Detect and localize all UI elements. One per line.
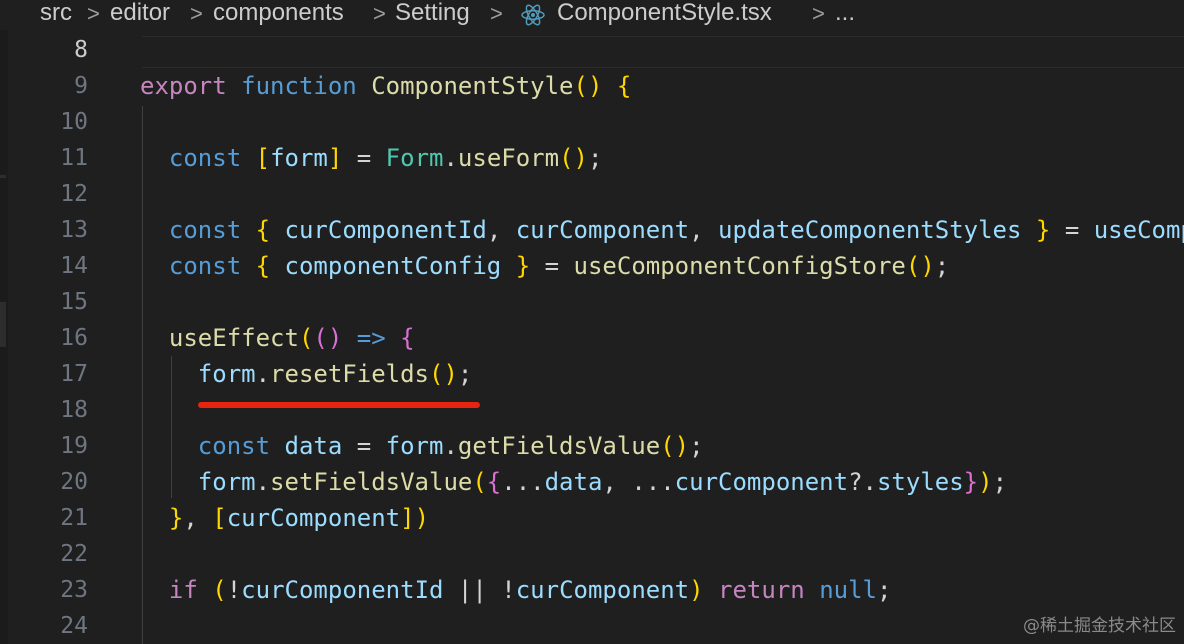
code-line[interactable]: if (!curComponentId || !curComponent) re… bbox=[140, 572, 892, 608]
code-line[interactable]: }, [curComponent]) bbox=[140, 500, 429, 536]
breadcrumb-symbol[interactable]: ... bbox=[835, 0, 855, 28]
line-number: 19 bbox=[60, 433, 88, 459]
code-editor[interactable]: export function ComponentStyle() { const… bbox=[140, 30, 1184, 644]
code-line[interactable]: export function ComponentStyle() { bbox=[140, 68, 631, 104]
line-number: 18 bbox=[60, 397, 88, 423]
code-line[interactable]: form.setFieldsValue({...data, ...curComp… bbox=[140, 464, 1007, 500]
chevron-right-icon: > bbox=[812, 1, 825, 26]
breadcrumb-src[interactable]: src bbox=[40, 0, 72, 28]
watermark: @稀土掘金技术社区 bbox=[1023, 616, 1176, 636]
breadcrumb: src > editor > components > Setting > Co… bbox=[0, 0, 1184, 30]
line-number: 10 bbox=[60, 109, 88, 135]
code-line[interactable]: const [form] = Form.useForm(); bbox=[140, 140, 603, 176]
line-number: 17 bbox=[60, 361, 88, 387]
line-number: 22 bbox=[60, 541, 88, 567]
chevron-right-icon: > bbox=[373, 1, 386, 26]
line-number: 23 bbox=[60, 577, 88, 603]
line-number-gutter: 8 9 10 11 12 13 14 15 16 17 18 19 20 21 … bbox=[0, 30, 120, 644]
chevron-right-icon: > bbox=[190, 1, 203, 26]
line-number: 15 bbox=[60, 289, 88, 315]
red-underline-annotation bbox=[198, 402, 480, 408]
code-line[interactable]: const data = form.getFieldsValue(); bbox=[140, 428, 704, 464]
code-line[interactable]: form.resetFields(); bbox=[140, 356, 473, 392]
breadcrumb-components[interactable]: components bbox=[213, 0, 344, 28]
line-number: 13 bbox=[60, 217, 88, 243]
line-number: 9 bbox=[74, 73, 88, 99]
line-number: 21 bbox=[60, 505, 88, 531]
breadcrumb-setting[interactable]: Setting bbox=[395, 0, 470, 28]
breadcrumb-file[interactable]: ComponentStyle.tsx bbox=[557, 0, 772, 28]
code-line[interactable]: useEffect(() => { bbox=[140, 320, 415, 356]
line-number: 24 bbox=[60, 613, 88, 639]
line-number: 20 bbox=[60, 469, 88, 495]
line-number: 16 bbox=[60, 325, 88, 351]
line-number: 14 bbox=[60, 253, 88, 279]
chevron-right-icon: > bbox=[490, 1, 503, 26]
line-number: 11 bbox=[60, 145, 88, 171]
chevron-right-icon: > bbox=[87, 1, 100, 26]
line-number: 8 bbox=[74, 37, 88, 63]
react-icon bbox=[521, 4, 545, 26]
line-number: 12 bbox=[60, 181, 88, 207]
breadcrumb-editor[interactable]: editor bbox=[110, 0, 170, 28]
code-line[interactable]: const { componentConfig } = useComponent… bbox=[140, 248, 949, 284]
code-line[interactable]: const { curComponentId, curComponent, up… bbox=[140, 212, 1184, 248]
